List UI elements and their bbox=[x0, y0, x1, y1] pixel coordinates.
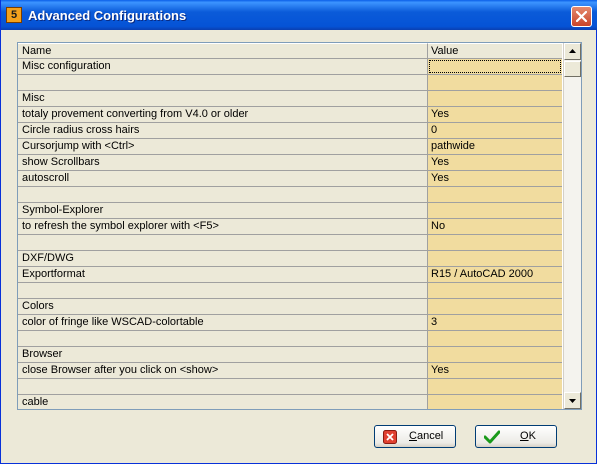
window-title: Advanced Configurations bbox=[28, 8, 187, 23]
setting-name-cell[interactable]: close Browser after you click on <show> bbox=[18, 363, 428, 378]
grid-row[interactable]: Misc bbox=[18, 91, 562, 107]
grid-header: Name Value bbox=[18, 43, 562, 59]
column-header-name[interactable]: Name bbox=[18, 43, 428, 58]
grid-row[interactable]: Exportformat R15 / AutoCAD 2000 bbox=[18, 267, 562, 283]
setting-value-cell[interactable] bbox=[428, 251, 562, 266]
grid-row[interactable]: cable bbox=[18, 395, 562, 409]
setting-name-cell[interactable]: to refresh the symbol explorer with <F5> bbox=[18, 219, 428, 234]
setting-value-cell[interactable]: Yes bbox=[428, 107, 562, 122]
setting-value-cell[interactable] bbox=[428, 395, 562, 409]
grid-row[interactable] bbox=[18, 283, 562, 299]
grid-row[interactable]: Symbol-Explorer bbox=[18, 203, 562, 219]
setting-value-cell[interactable]: No bbox=[428, 219, 562, 234]
setting-value-cell[interactable] bbox=[428, 299, 562, 314]
red-x-icon bbox=[383, 430, 397, 447]
setting-name-cell[interactable]: Circle radius cross hairs bbox=[18, 123, 428, 138]
grid-row[interactable]: close Browser after you click on <show> Y… bbox=[18, 363, 562, 379]
setting-value-cell[interactable] bbox=[428, 75, 562, 90]
grid-row[interactable]: color of fringe like WSCAD-colortable 3 bbox=[18, 315, 562, 331]
setting-value-cell[interactable]: R15 / AutoCAD 2000 bbox=[428, 267, 562, 282]
grid-row[interactable]: Cursorjump with <Ctrl> pathwide bbox=[18, 139, 562, 155]
setting-value-cell[interactable] bbox=[428, 379, 562, 394]
setting-value-cell[interactable] bbox=[428, 283, 562, 298]
setting-name-cell[interactable] bbox=[18, 379, 428, 394]
grid-row[interactable]: DXF/DWG bbox=[18, 251, 562, 267]
grid-row[interactable]: Browser bbox=[18, 347, 562, 363]
setting-value-cell[interactable] bbox=[428, 235, 562, 250]
setting-value-cell[interactable] bbox=[428, 91, 562, 106]
setting-value-cell[interactable] bbox=[428, 203, 562, 218]
config-grid: Name Value Misc configuration Misc totaly … bbox=[17, 42, 582, 410]
setting-name-cell[interactable] bbox=[18, 235, 428, 250]
grid-row[interactable] bbox=[18, 187, 562, 203]
setting-value-cell[interactable] bbox=[428, 59, 562, 74]
grid-row[interactable]: Colors bbox=[18, 299, 562, 315]
setting-name-cell[interactable]: Colors bbox=[18, 299, 428, 314]
grid-row[interactable] bbox=[18, 331, 562, 347]
scroll-thumb[interactable] bbox=[564, 61, 581, 77]
setting-name-cell[interactable]: totaly provement converting from V4.0 or… bbox=[18, 107, 428, 122]
green-check-icon bbox=[483, 430, 501, 447]
setting-name-cell[interactable] bbox=[18, 187, 428, 202]
setting-name-cell[interactable] bbox=[18, 283, 428, 298]
setting-value-cell[interactable]: Yes bbox=[428, 171, 562, 186]
grid-row[interactable]: to refresh the symbol explorer with <F5>… bbox=[18, 219, 562, 235]
config-grid-body: Name Value Misc configuration Misc totaly … bbox=[18, 43, 562, 409]
setting-value-cell[interactable]: 0 bbox=[428, 123, 562, 138]
setting-name-cell[interactable]: Cursorjump with <Ctrl> bbox=[18, 139, 428, 154]
advanced-configurations-dialog: 5 Advanced Configurations Name Value Mis… bbox=[0, 0, 597, 464]
cancel-button[interactable]: Cancel bbox=[374, 425, 456, 448]
ok-label: OK bbox=[520, 430, 536, 442]
setting-name-cell[interactable]: cable bbox=[18, 395, 428, 409]
setting-name-cell[interactable]: show Scrollbars bbox=[18, 155, 428, 170]
grid-row[interactable]: autoscroll Yes bbox=[18, 171, 562, 187]
scroll-up-button[interactable] bbox=[564, 43, 581, 60]
setting-value-cell[interactable] bbox=[428, 331, 562, 346]
close-button[interactable] bbox=[571, 6, 592, 27]
column-header-value[interactable]: Value bbox=[428, 43, 562, 58]
title-bar[interactable]: 5 Advanced Configurations bbox=[1, 0, 597, 30]
grid-row[interactable]: totaly provement converting from V4.0 or… bbox=[18, 107, 562, 123]
grid-row[interactable]: Circle radius cross hairs 0 bbox=[18, 123, 562, 139]
setting-value-cell[interactable]: Yes bbox=[428, 155, 562, 170]
grid-row[interactable] bbox=[18, 235, 562, 251]
vertical-scrollbar[interactable] bbox=[563, 43, 581, 409]
grid-row[interactable] bbox=[18, 379, 562, 395]
setting-name-cell[interactable]: Misc configuration bbox=[18, 59, 428, 74]
arrow-up-icon bbox=[569, 49, 576, 53]
setting-name-cell[interactable] bbox=[18, 331, 428, 346]
grid-row[interactable]: Misc configuration bbox=[18, 59, 562, 75]
app-icon: 5 bbox=[6, 7, 22, 23]
setting-name-cell[interactable]: Exportformat bbox=[18, 267, 428, 282]
setting-value-cell[interactable] bbox=[428, 187, 562, 202]
scroll-down-button[interactable] bbox=[564, 392, 581, 409]
ok-button[interactable]: OK bbox=[475, 425, 557, 448]
setting-value-cell[interactable]: Yes bbox=[428, 363, 562, 378]
setting-name-cell[interactable]: DXF/DWG bbox=[18, 251, 428, 266]
setting-name-cell[interactable]: autoscroll bbox=[18, 171, 428, 186]
setting-name-cell[interactable]: Misc bbox=[18, 91, 428, 106]
close-icon bbox=[576, 11, 587, 22]
setting-value-cell[interactable] bbox=[428, 347, 562, 362]
setting-name-cell[interactable]: Browser bbox=[18, 347, 428, 362]
setting-value-cell[interactable]: pathwide bbox=[428, 139, 562, 154]
setting-value-cell[interactable]: 3 bbox=[428, 315, 562, 330]
setting-name-cell[interactable]: Symbol-Explorer bbox=[18, 203, 428, 218]
setting-name-cell[interactable]: color of fringe like WSCAD-colortable bbox=[18, 315, 428, 330]
grid-row[interactable]: show Scrollbars Yes bbox=[18, 155, 562, 171]
grid-row[interactable] bbox=[18, 75, 562, 91]
cancel-label: Cancel bbox=[409, 430, 444, 442]
arrow-down-icon bbox=[569, 399, 576, 403]
setting-name-cell[interactable] bbox=[18, 75, 428, 90]
